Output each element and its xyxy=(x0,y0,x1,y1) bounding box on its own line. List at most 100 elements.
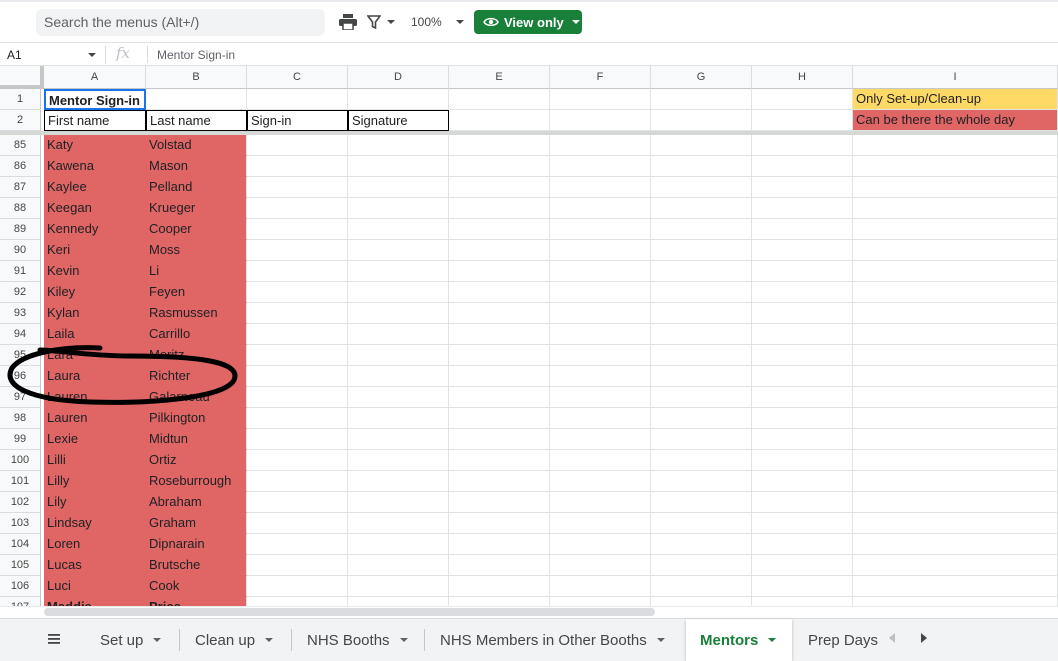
cell[interactable] xyxy=(348,177,449,198)
row-header[interactable]: 95 xyxy=(0,345,41,366)
cell[interactable] xyxy=(348,366,449,387)
cell[interactable] xyxy=(651,324,752,345)
first-name-cell[interactable]: Lara xyxy=(44,345,146,366)
cell[interactable] xyxy=(247,387,348,408)
row-header[interactable]: 85 xyxy=(0,135,41,156)
cell[interactable] xyxy=(752,110,853,131)
cell[interactable] xyxy=(752,576,853,597)
cell[interactable] xyxy=(550,366,651,387)
legend-whole-day[interactable]: Can be there the whole day xyxy=(853,110,1058,131)
cell[interactable] xyxy=(752,366,853,387)
first-name-cell[interactable]: Laila xyxy=(44,324,146,345)
cell[interactable] xyxy=(651,387,752,408)
cell[interactable] xyxy=(651,135,752,156)
cell[interactable] xyxy=(853,555,1058,576)
row-header[interactable]: 100 xyxy=(0,450,41,471)
cell[interactable] xyxy=(449,534,550,555)
column-label-last-name[interactable]: Last name xyxy=(146,110,247,131)
cell[interactable] xyxy=(550,408,651,429)
cell[interactable] xyxy=(651,177,752,198)
cell[interactable] xyxy=(651,513,752,534)
cell[interactable] xyxy=(348,450,449,471)
cell[interactable] xyxy=(550,324,651,345)
row-header[interactable]: 105 xyxy=(0,555,41,576)
last-name-cell[interactable]: Moss xyxy=(146,240,247,261)
cell[interactable] xyxy=(651,303,752,324)
cell[interactable] xyxy=(348,324,449,345)
cell[interactable] xyxy=(449,345,550,366)
last-name-cell[interactable]: Roseburrough xyxy=(146,471,247,492)
cell[interactable] xyxy=(752,324,853,345)
row-header[interactable]: 2 xyxy=(0,110,41,131)
cell[interactable] xyxy=(449,387,550,408)
all-sheets-icon[interactable] xyxy=(46,631,62,647)
cell[interactable] xyxy=(651,240,752,261)
row-header[interactable]: 93 xyxy=(0,303,41,324)
cell[interactable] xyxy=(449,429,550,450)
cell[interactable] xyxy=(247,261,348,282)
cell[interactable] xyxy=(550,387,651,408)
cell[interactable] xyxy=(348,408,449,429)
last-name-cell[interactable]: Pilkington xyxy=(146,408,247,429)
column-header-a[interactable]: A xyxy=(44,66,146,89)
cell[interactable] xyxy=(247,429,348,450)
cell[interactable] xyxy=(449,324,550,345)
cell[interactable] xyxy=(752,303,853,324)
row-header[interactable]: 96 xyxy=(0,366,41,387)
row-header[interactable]: 86 xyxy=(0,156,41,177)
cell[interactable] xyxy=(853,303,1058,324)
cell[interactable] xyxy=(853,324,1058,345)
cell[interactable] xyxy=(247,135,348,156)
column-header-e[interactable]: E xyxy=(449,66,550,89)
first-name-cell[interactable]: Kawena xyxy=(44,156,146,177)
cell[interactable] xyxy=(550,219,651,240)
chevron-down-icon[interactable] xyxy=(265,638,274,642)
first-name-cell[interactable]: Kaylee xyxy=(44,177,146,198)
cell[interactable] xyxy=(853,345,1058,366)
cell[interactable] xyxy=(853,156,1058,177)
cell[interactable] xyxy=(651,282,752,303)
cell[interactable] xyxy=(247,303,348,324)
row-header[interactable]: 94 xyxy=(0,324,41,345)
cell[interactable] xyxy=(752,387,853,408)
cell[interactable] xyxy=(752,177,853,198)
first-name-cell[interactable]: Laura xyxy=(44,366,146,387)
zoom-select[interactable]: 100% xyxy=(411,11,465,33)
cell[interactable] xyxy=(449,408,550,429)
cell[interactable] xyxy=(550,429,651,450)
cell[interactable] xyxy=(651,471,752,492)
last-name-cell[interactable]: Richter xyxy=(146,366,247,387)
cell[interactable] xyxy=(853,282,1058,303)
cell[interactable] xyxy=(752,450,853,471)
last-name-cell[interactable]: Cooper xyxy=(146,219,247,240)
cell[interactable] xyxy=(853,240,1058,261)
cell[interactable] xyxy=(348,513,449,534)
print-icon[interactable] xyxy=(339,11,357,33)
last-name-cell[interactable]: Dipnarain xyxy=(146,534,247,555)
cell[interactable] xyxy=(449,555,550,576)
cell[interactable] xyxy=(348,261,449,282)
cell[interactable] xyxy=(449,89,550,110)
cell-a1-mentor-title[interactable]: Mentor Sign-in xyxy=(44,89,146,110)
first-name-cell[interactable]: Keri xyxy=(44,240,146,261)
cell[interactable] xyxy=(651,408,752,429)
cell[interactable] xyxy=(247,366,348,387)
cell[interactable] xyxy=(651,429,752,450)
row-header[interactable]: 101 xyxy=(0,471,41,492)
cell[interactable] xyxy=(247,555,348,576)
column-header-c[interactable]: C xyxy=(247,66,348,89)
cell[interactable] xyxy=(651,198,752,219)
cell[interactable] xyxy=(247,177,348,198)
cell[interactable] xyxy=(247,156,348,177)
cell[interactable] xyxy=(449,261,550,282)
last-name-cell[interactable]: Graham xyxy=(146,513,247,534)
cell[interactable] xyxy=(752,219,853,240)
column-header-h[interactable]: H xyxy=(752,66,853,89)
cell[interactable] xyxy=(853,177,1058,198)
last-name-cell[interactable]: Brutsche xyxy=(146,555,247,576)
cell[interactable] xyxy=(550,156,651,177)
cell[interactable] xyxy=(449,240,550,261)
cell[interactable] xyxy=(651,450,752,471)
cell[interactable] xyxy=(348,534,449,555)
first-name-cell[interactable]: Kylan xyxy=(44,303,146,324)
